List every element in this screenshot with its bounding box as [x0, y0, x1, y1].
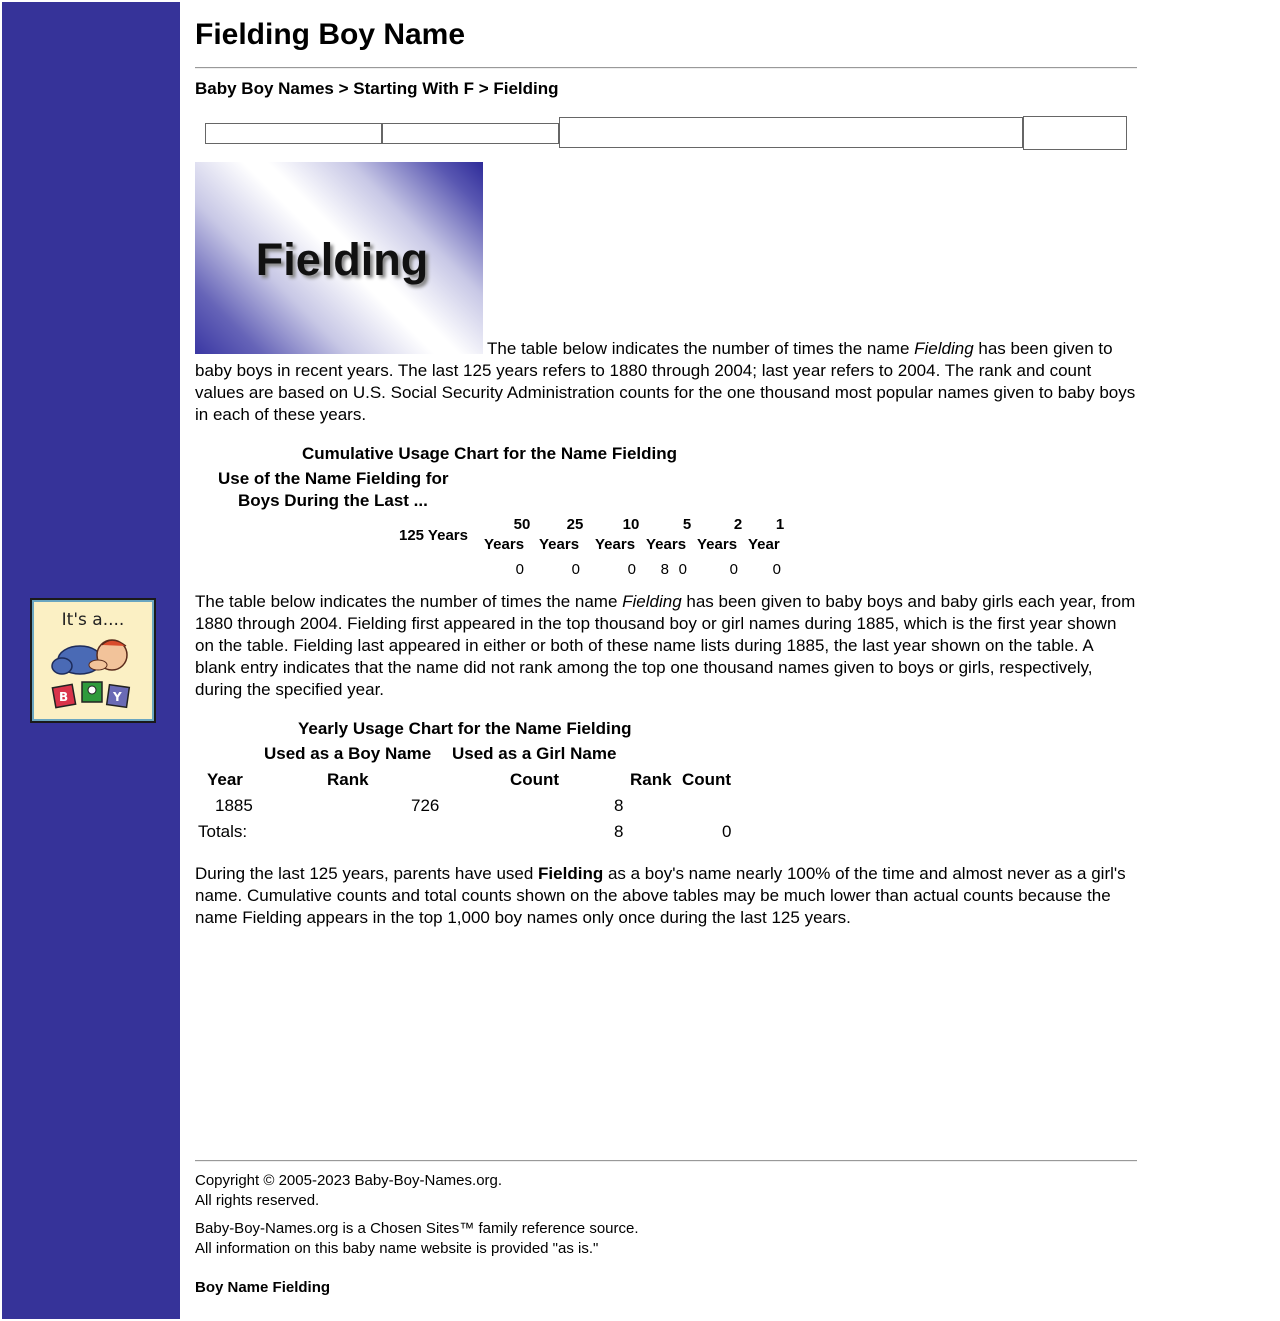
yearly-totals-girl: 0	[722, 822, 732, 841]
cumulative-caption: Cumulative Usage Chart for the Name Fiel…	[302, 444, 678, 463]
summary-name: Fielding	[538, 864, 604, 883]
breadcrumb-baby-boy-names[interactable]: Baby Boy Names	[195, 79, 334, 98]
ad-slot-4[interactable]	[1023, 116, 1127, 150]
intro-name: Fielding	[914, 339, 974, 358]
summary-text: During the last 125 years, parents have …	[195, 864, 539, 883]
cum-header-5-top: 5	[682, 516, 692, 533]
cum-value-50: 0	[515, 561, 524, 578]
yearly-col-girl-rank: Rank	[630, 770, 672, 789]
yearly-totals-boy: 8	[614, 822, 624, 841]
yearly-col-boy-rank: Rank	[327, 770, 369, 789]
cum-value-2: 0	[729, 561, 738, 578]
cum-header-50-top: 50	[513, 516, 531, 533]
breadcrumb-starting-with-f[interactable]: Starting With F	[353, 79, 474, 98]
intro-paragraph: The table below indicates the number of …	[195, 338, 1137, 426]
footer-divider	[195, 1160, 1137, 1162]
cum-header-2-top: 2	[733, 516, 743, 533]
sleeping-baby-icon: B Y	[51, 639, 131, 709]
yearly-row-boy-count: 8	[614, 796, 624, 815]
yearly-intro-text: The table below indicates the number of …	[195, 592, 623, 611]
yearly-group-boy: Used as a Boy Name	[264, 744, 432, 763]
yearly-intro-name: Fielding	[622, 592, 682, 611]
breadcrumb-current: Fielding	[493, 79, 559, 98]
cum-header-10-top: 10	[622, 516, 640, 533]
cum-value-10: 0	[627, 561, 636, 578]
yearly-totals-label: Totals:	[198, 822, 248, 841]
cum-header-25-top: 25	[566, 516, 584, 533]
cumulative-subcaption-2: Boys During the Last ...	[238, 491, 428, 510]
breadcrumb-separator: >	[473, 79, 494, 98]
ad-slot-1[interactable]	[205, 123, 382, 144]
yearly-col-boy-count: Count	[510, 770, 560, 789]
cum-value-5: 0	[678, 561, 687, 578]
footer-asis: All information on this baby name websit…	[195, 1240, 599, 1257]
ad-slot-2[interactable]	[382, 123, 559, 144]
footer-family: Baby-Boy-Names.org is a Chosen Sites™ fa…	[195, 1220, 639, 1237]
summary-paragraph: During the last 125 years, parents have …	[195, 863, 1137, 929]
svg-text:Y: Y	[112, 690, 122, 704]
cum-header-50-bottom: Years	[484, 536, 525, 553]
cumulative-subcaption-1: Use of the Name Fielding for	[218, 469, 449, 488]
header-divider	[195, 67, 1137, 69]
cum-header-125: 125 Years	[399, 527, 468, 544]
yearly-row-boy-rank: 726	[411, 796, 440, 815]
its-a-boy-logo[interactable]: It's a.... B Y	[30, 598, 156, 723]
cum-header-25-bottom: Years	[539, 536, 580, 553]
yearly-col-girl-count: Count	[682, 770, 732, 789]
intro-text: The table below indicates the number of …	[487, 339, 915, 358]
footer-copyright: Copyright © 2005-2023 Baby-Boy-Names.org…	[195, 1172, 503, 1189]
hero-name: Fielding	[255, 234, 429, 285]
yearly-col-year: Year	[207, 770, 243, 789]
cum-header-1-top: 1	[775, 516, 785, 533]
yearly-row-year: 1885	[215, 796, 253, 815]
footer-bottom-title: Boy Name Fielding	[195, 1279, 331, 1296]
svg-text:B: B	[59, 690, 68, 704]
cum-header-2-bottom: Years	[697, 536, 738, 553]
cum-header-1-bottom: Year	[748, 536, 780, 553]
footer-copyright-block: Copyright © 2005-2023 Baby-Boy-Names.org…	[195, 1171, 502, 1211]
breadcrumb-separator: >	[333, 79, 354, 98]
page-title: Fielding Boy Name	[195, 18, 466, 51]
left-sidebar: It's a.... B Y	[2, 2, 180, 1319]
yearly-intro-paragraph: The table below indicates the number of …	[195, 591, 1137, 701]
yearly-caption: Yearly Usage Chart for the Name Fielding	[298, 719, 632, 738]
ad-slot-3[interactable]	[559, 117, 1023, 148]
cum-header-5-bottom: Years	[646, 536, 687, 553]
cum-value-1: 0	[772, 561, 781, 578]
name-hero-image: Fielding	[195, 162, 483, 354]
yearly-group-girl: Used as a Girl Name	[452, 744, 617, 763]
footer-info-block: Baby-Boy-Names.org is a Chosen Sites™ fa…	[195, 1219, 639, 1259]
footer-rights: All rights reserved.	[195, 1192, 320, 1209]
breadcrumb: Baby Boy Names > Starting With F > Field…	[195, 79, 559, 99]
cum-value-25: 0	[571, 561, 580, 578]
cum-header-10-bottom: Years	[595, 536, 636, 553]
